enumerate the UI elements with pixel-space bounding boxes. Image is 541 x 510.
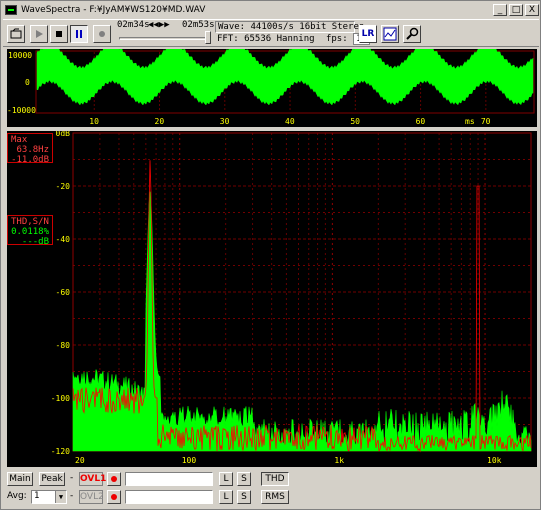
spec-x-label: 100 xyxy=(182,456,197,465)
max-freq: 63.8Hz xyxy=(16,145,49,155)
thd-readout: THD,S/N 0.0118% ---dB xyxy=(7,215,53,247)
pause-button[interactable] xyxy=(70,25,88,43)
spec-y-label: -80 xyxy=(56,341,71,350)
peak-button[interactable]: Peak xyxy=(39,472,65,486)
lr-label: LR xyxy=(361,29,375,39)
spectrum-y-labels: 0dB -20 -40 -60 -80 -100 -120 xyxy=(51,129,71,456)
open-file-button[interactable] xyxy=(7,25,25,43)
waveform-x-labels: 10 20 30 40 50 60 70 xyxy=(89,117,490,126)
spectrum-left-channel xyxy=(72,191,532,452)
lr-button[interactable]: LR xyxy=(359,25,377,43)
waveform-left-channel xyxy=(36,43,534,106)
wave-x-label: 50 xyxy=(350,117,360,126)
wrench-icon xyxy=(406,27,419,40)
l-button-2[interactable]: L xyxy=(219,490,233,504)
window-title: WaveSpectra - F:¥JyAM¥WS120¥MD.WAV xyxy=(21,5,206,15)
wave-x-label: 10 xyxy=(89,117,99,126)
spec-x-label: 1k xyxy=(334,456,344,465)
app-icon xyxy=(5,5,17,15)
avg-select[interactable]: 1 ▼ xyxy=(31,490,67,504)
thd-button[interactable]: THD xyxy=(261,472,289,486)
l-button-1[interactable]: L xyxy=(219,472,233,486)
spec-y-label: -120 xyxy=(51,447,70,456)
ovl2-dash: - xyxy=(70,491,74,501)
minimize-button[interactable]: _ xyxy=(493,4,507,16)
fft-setting: FFT: 65536 Hanning xyxy=(217,34,315,44)
ovl2-field[interactable] xyxy=(125,490,213,504)
wave-y-label-bottom: -10000 xyxy=(7,106,36,115)
spec-y-label: -20 xyxy=(56,182,71,191)
toolbar: 02m34s ◀◀▶▶ 02m53s Wave: 44100s/s 16bit … xyxy=(3,19,539,47)
max-readout: Max 63.8Hz -11.0dB xyxy=(7,133,53,165)
main-button[interactable]: Main xyxy=(7,472,33,486)
time-total: 02m53s xyxy=(182,20,215,30)
s-button-2[interactable]: S xyxy=(237,490,251,504)
display-mode-button[interactable] xyxy=(381,25,399,43)
play-button[interactable] xyxy=(30,25,48,43)
time-elapsed: 02m34s xyxy=(117,20,150,30)
app-window: WaveSpectra - F:¥JyAM¥WS120¥MD.WAV _ □ X… xyxy=(0,0,541,510)
wave-x-label: 40 xyxy=(285,117,295,126)
stop-button[interactable] xyxy=(50,25,68,43)
sn-value: ---dB xyxy=(21,237,49,247)
title-bar: WaveSpectra - F:¥JyAM¥WS120¥MD.WAV _ □ X xyxy=(3,3,539,17)
position-slider-track[interactable] xyxy=(119,37,211,40)
pause-icon xyxy=(76,30,82,38)
fft-info: FFT: 65536 Hanning fps: 12 xyxy=(215,33,370,46)
record-button[interactable] xyxy=(93,25,111,43)
wave-x-label: 20 xyxy=(155,117,165,126)
ovl1-dash: - xyxy=(70,473,74,483)
bottom-controls: Main Peak - OVL1 L S THD Avg: 1 ▼ - OVL2… xyxy=(3,469,539,509)
chevron-down-icon[interactable]: ▼ xyxy=(55,491,66,503)
max-level: -11.0dB xyxy=(11,155,49,165)
ovl1-field[interactable] xyxy=(125,472,213,486)
s-button-1[interactable]: S xyxy=(237,472,251,486)
position-slider-thumb[interactable] xyxy=(205,31,211,44)
ovl1-indicator: OVL1 xyxy=(79,472,107,486)
fps-label: fps: xyxy=(325,34,348,44)
wave-y-label-mid: 0 xyxy=(25,78,30,87)
avg-value: 1 xyxy=(34,491,40,501)
thd-title: THD,S/N xyxy=(11,217,49,227)
ovl2-led xyxy=(107,490,121,504)
spectrum-mode-icon xyxy=(383,27,397,41)
close-button[interactable]: X xyxy=(525,4,539,16)
play-icon xyxy=(36,30,43,38)
open-file-icon xyxy=(10,28,22,39)
wave-format-info: Wave: 44100s/s 16bit Stereo xyxy=(215,21,364,33)
spec-y-label: -60 xyxy=(56,288,71,297)
waveform-chart: 10000 0 -10000 10 20 30 40 50 60 70 ms xyxy=(7,43,535,126)
rms-button[interactable]: RMS xyxy=(261,490,289,504)
wave-x-label: 70 xyxy=(481,117,491,126)
record-icon xyxy=(99,31,105,37)
spectrum-x-labels: 20 100 1k 10k xyxy=(75,456,502,465)
spectrum-panel[interactable]: 0dB -20 -40 -60 -80 -100 -120 20 100 1k 10k Max 6… xyxy=(7,129,537,467)
wave-x-unit: ms xyxy=(465,117,475,126)
settings-button[interactable] xyxy=(403,25,421,43)
max-title: Max xyxy=(11,135,28,145)
spec-x-label: 10k xyxy=(487,456,502,465)
spec-y-label: -40 xyxy=(56,235,71,244)
waveform-panel[interactable]: 10000 0 -10000 10 20 30 40 50 60 70 ms xyxy=(7,43,537,127)
wave-y-label-top: 10000 xyxy=(8,51,32,60)
ovl2-indicator: OVL2 xyxy=(79,490,104,504)
stop-icon xyxy=(56,31,62,37)
thd-value: 0.0118% xyxy=(11,227,49,237)
spec-y-label: -100 xyxy=(51,394,70,403)
wave-x-label: 30 xyxy=(220,117,230,126)
spec-x-label: 20 xyxy=(75,456,85,465)
ovl1-led xyxy=(107,472,121,486)
maximize-button[interactable]: □ xyxy=(509,4,523,16)
spec-y-label: 0dB xyxy=(56,131,71,138)
avg-label: Avg: xyxy=(7,491,27,501)
wave-x-label: 60 xyxy=(416,117,426,126)
spectrum-chart: 0dB -20 -40 -60 -80 -100 -120 20 100 1k 10k xyxy=(51,129,532,465)
seek-arrows-icon[interactable]: ◀◀▶▶ xyxy=(148,20,170,30)
